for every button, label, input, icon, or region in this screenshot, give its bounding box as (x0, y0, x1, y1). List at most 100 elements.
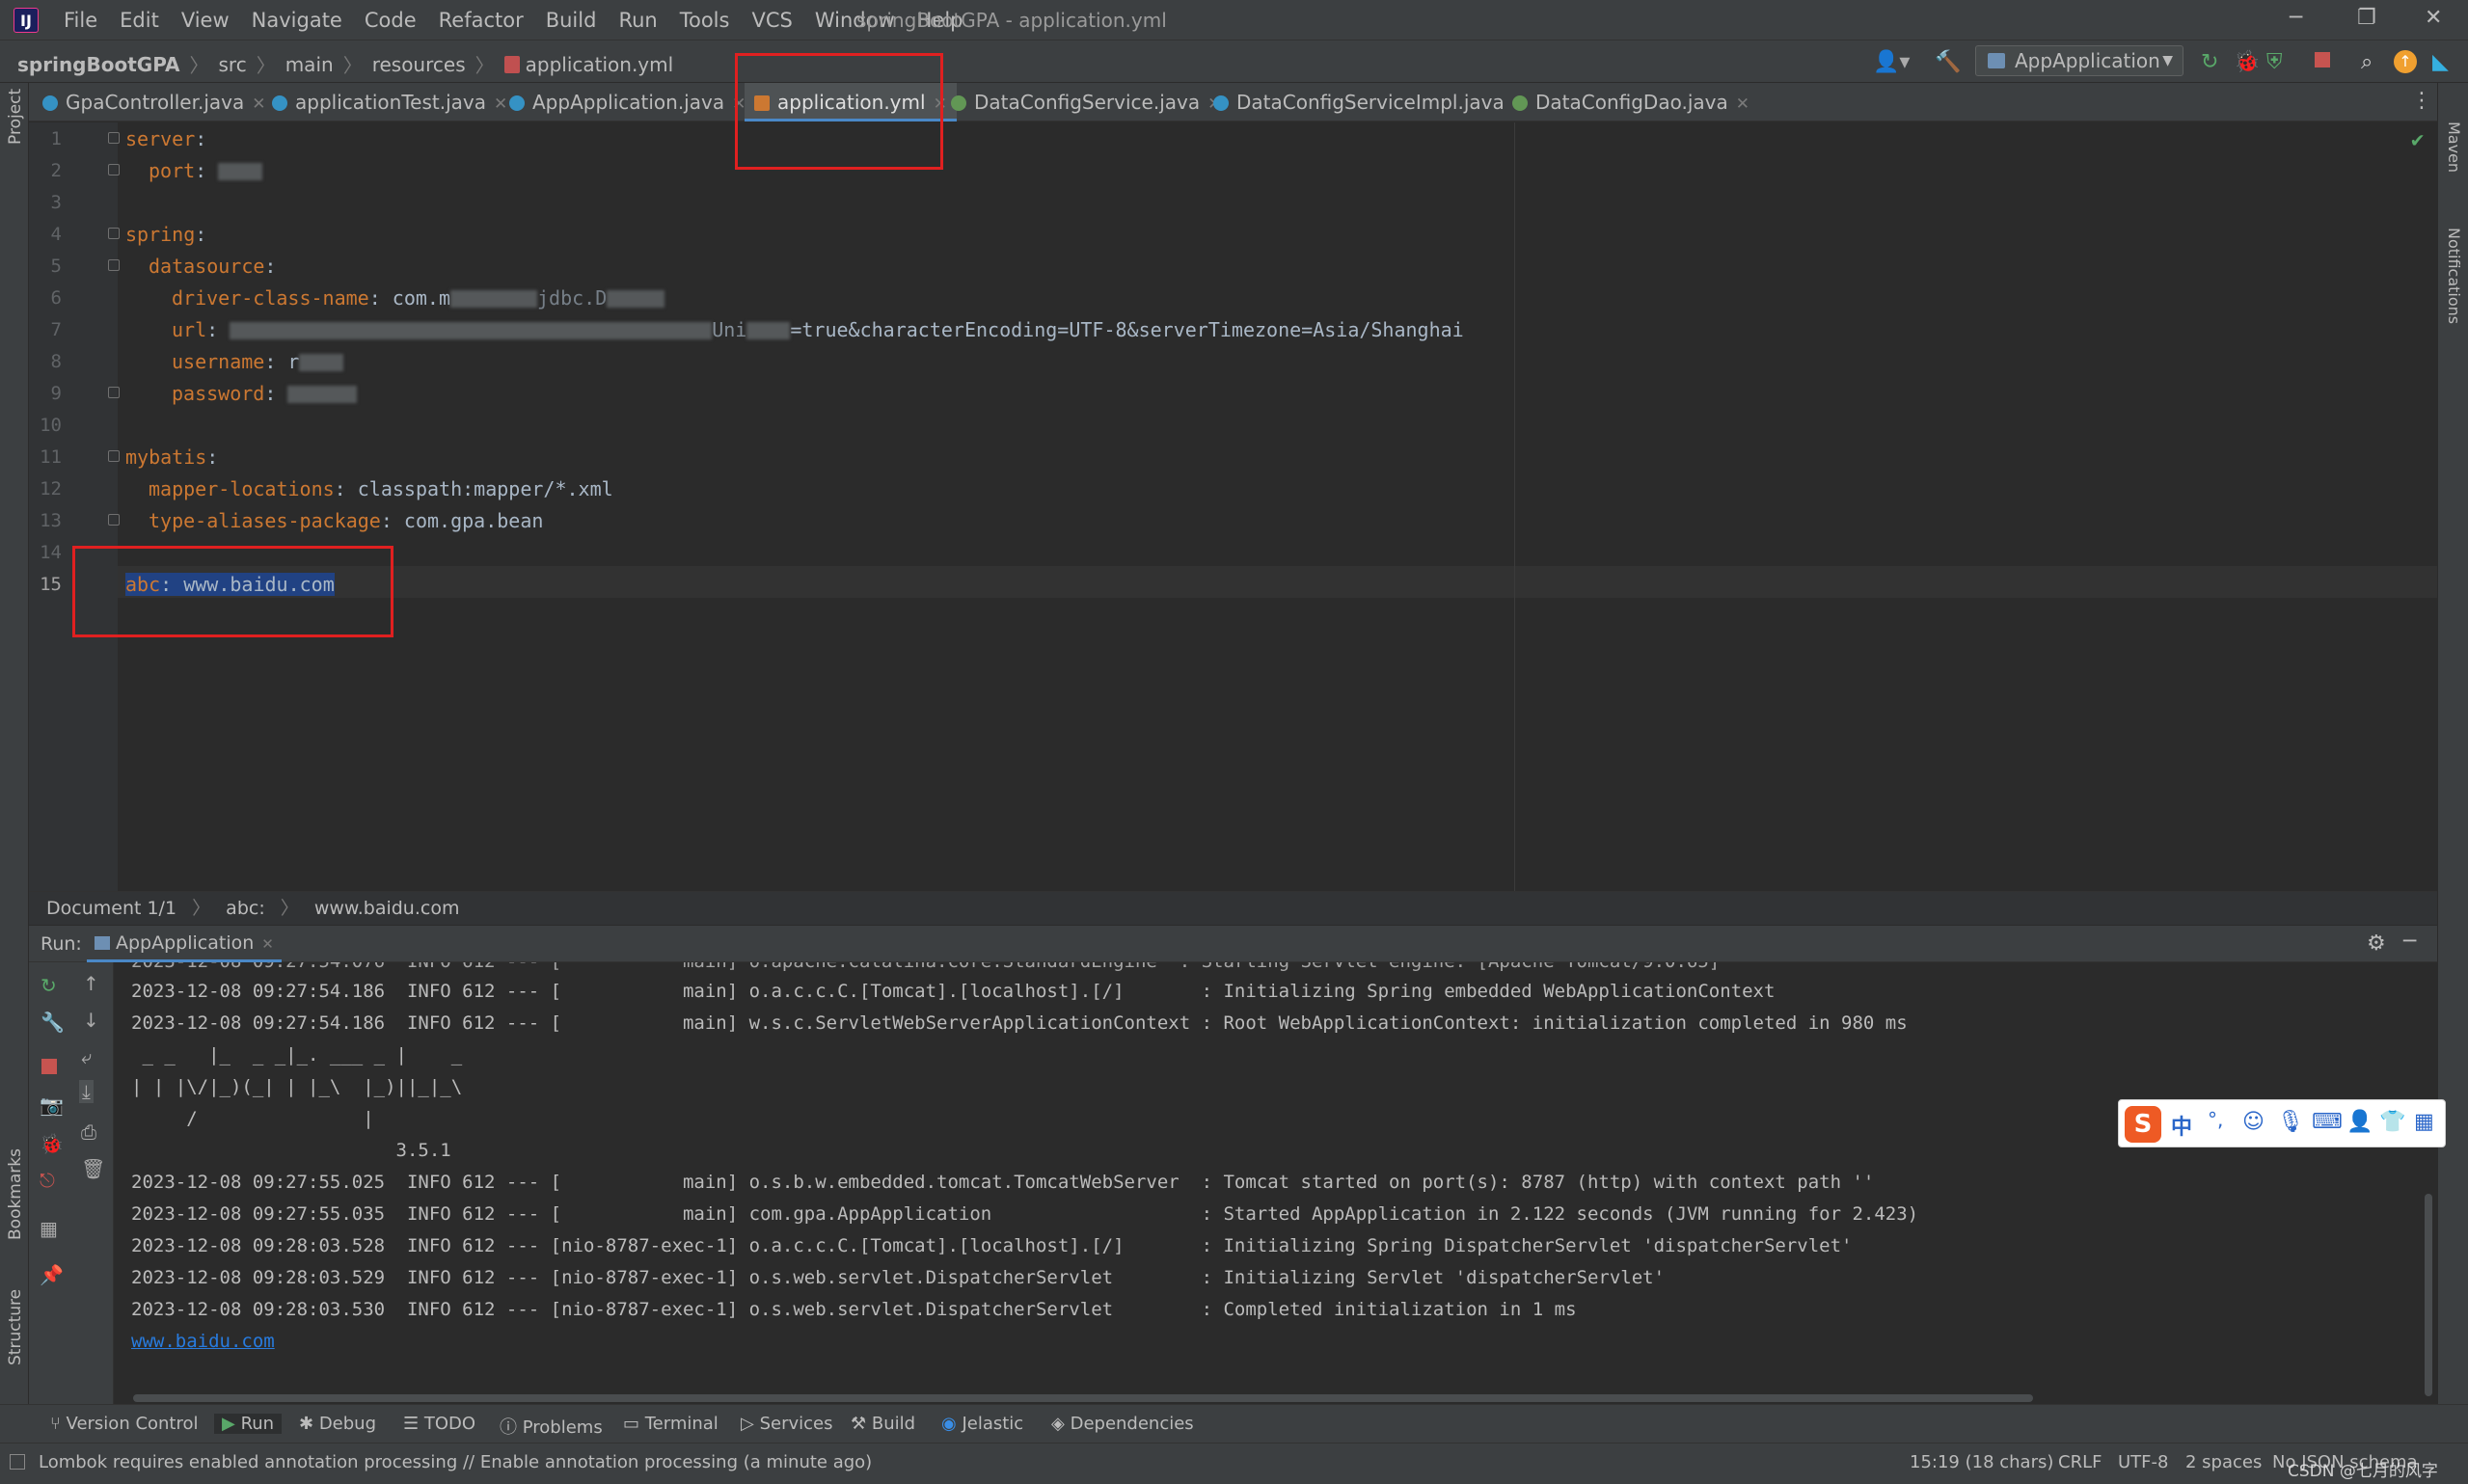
tab-dataconfigdao[interactable]: DataConfigDao.java ✕ (1512, 83, 1749, 121)
microphone-icon[interactable]: 🎙 (2277, 1110, 2304, 1134)
tool-problems[interactable]: ⓘ Problems (500, 1414, 603, 1439)
pin-icon[interactable]: 📌 (40, 1263, 64, 1286)
minimize-icon[interactable]: ─ (2290, 6, 2302, 30)
menu-edit[interactable]: Edit (120, 9, 159, 32)
tool-version-control[interactable]: ⑂ Version Control (50, 1414, 199, 1434)
tab-gpacontroller[interactable]: GpaController.java ✕ (42, 83, 266, 121)
inspection-ok-icon[interactable]: ✔ (2411, 128, 2424, 152)
file-encoding[interactable]: UTF-8 (2118, 1452, 2168, 1472)
emoji-icon[interactable]: ☺ (2242, 1110, 2265, 1134)
code-editor[interactable]: ✔ 1 2 3 4 5 6 7 8 9 10 11 12 13 14 15 se… (29, 122, 2437, 891)
tool-debug[interactable]: ✱ Debug (299, 1414, 376, 1434)
horizontal-scrollbar[interactable] (133, 1394, 2033, 1402)
menu-refactor[interactable]: Refactor (439, 9, 524, 32)
plugin-logo-icon[interactable]: ◣ (2432, 50, 2449, 74)
menu-build[interactable]: Build (546, 9, 597, 32)
notifications-tool-button[interactable]: Notifications (2445, 228, 2463, 324)
status-message[interactable]: Lombok requires enabled annotation proce… (39, 1452, 872, 1472)
wrench-icon[interactable]: 🔧 (41, 1011, 65, 1034)
tool-dependencies[interactable]: ◈ Dependencies (1051, 1414, 1194, 1434)
intellij-logo-icon[interactable]: IJ (14, 8, 39, 33)
indent-setting[interactable]: 2 spaces (2185, 1452, 2262, 1472)
tool-jelastic[interactable]: ◉ Jelastic (941, 1414, 1023, 1434)
menu-navigate[interactable]: Navigate (252, 9, 342, 32)
menu-run[interactable]: Run (618, 9, 657, 32)
tab-dataconfigserviceimpl[interactable]: DataConfigServiceImpl.java✕ (1213, 83, 1526, 121)
build-hammer-icon[interactable]: 🔨 (1935, 50, 1961, 74)
fold-marker-icon[interactable] (108, 132, 120, 144)
skin-icon[interactable]: 👕 (2379, 1110, 2405, 1134)
keyboard-icon[interactable]: ⌨ (2312, 1110, 2343, 1134)
run-configuration-select[interactable]: AppApplication ▼ (1975, 45, 2183, 76)
project-tool-button[interactable]: Project (6, 89, 25, 145)
exit-icon[interactable]: ⎋ (40, 1169, 55, 1192)
menu-file[interactable]: File (64, 9, 97, 32)
search-icon[interactable]: ⌕ (2361, 50, 2373, 74)
breadcrumb-src[interactable]: src (219, 53, 247, 76)
rerun-icon[interactable]: ↻ (41, 974, 57, 997)
scroll-to-end-icon[interactable]: ⤓ (79, 1080, 94, 1103)
stop-icon[interactable] (41, 1059, 57, 1074)
toggle-tool-windows-icon[interactable] (10, 1454, 25, 1470)
hide-panel-icon[interactable]: ─ (2403, 930, 2416, 954)
fold-marker-icon[interactable] (108, 164, 120, 175)
restore-icon[interactable]: ❐ (2357, 6, 2376, 30)
ime-language-toggle[interactable]: 中 (2171, 1110, 2192, 1141)
run-tab-appapplication[interactable]: AppApplication ✕ (87, 926, 282, 962)
console-output[interactable]: 2023-12-08 09:27:54.076 INFO 612 --- [ m… (114, 962, 2437, 1404)
rerun-icon[interactable]: ↻ (2201, 50, 2218, 74)
close-tab-icon[interactable]: ✕ (261, 935, 274, 953)
arrow-down-icon[interactable]: ↓ (83, 1009, 99, 1032)
crumb-key[interactable]: abc: (226, 898, 265, 919)
breadcrumb-resources[interactable]: resources (372, 53, 466, 76)
tool-terminal[interactable]: ▭ Terminal (623, 1414, 719, 1434)
arrow-up-icon[interactable]: ↑ (83, 972, 99, 995)
layout-icon[interactable]: ▦ (40, 1217, 58, 1240)
tab-dataconfigservice[interactable]: DataConfigService.java✕ (951, 83, 1221, 121)
vertical-scrollbar[interactable] (2425, 1194, 2432, 1396)
breadcrumb-main[interactable]: main (285, 53, 334, 76)
ime-punctuation-toggle[interactable]: °, (2208, 1108, 2223, 1131)
menu-view[interactable]: View (181, 9, 230, 32)
settings-gear-icon[interactable]: ⚙ (2367, 931, 2386, 956)
toolbox-icon[interactable]: ▦ (2414, 1110, 2434, 1134)
fold-marker-icon[interactable] (108, 514, 120, 526)
bookmarks-tool-button[interactable]: Bookmarks (6, 1148, 25, 1240)
debug-icon[interactable]: 🐞 (40, 1132, 64, 1155)
tool-services[interactable]: ▷ Services (741, 1414, 832, 1434)
camera-icon[interactable]: 📷 (40, 1093, 64, 1117)
crumb-document[interactable]: Document 1/1 (46, 898, 176, 919)
breadcrumb-file[interactable]: application.yml (526, 53, 674, 76)
close-icon[interactable]: ✕ (2425, 6, 2442, 30)
user-icon[interactable]: 👤 (2346, 1110, 2373, 1134)
more-tabs-icon[interactable]: ⋮ (2411, 89, 2432, 113)
tab-applicationtest[interactable]: applicationTest.java ✕ (272, 83, 507, 121)
soft-wrap-icon[interactable]: ⤶ (81, 1045, 92, 1068)
line-separator[interactable]: CRLF (2058, 1452, 2102, 1472)
stop-icon[interactable] (2315, 52, 2330, 67)
close-tab-icon[interactable]: ✕ (1736, 94, 1749, 114)
fold-marker-icon[interactable] (108, 228, 120, 239)
coverage-icon[interactable]: ⛨ (2266, 50, 2283, 74)
trash-icon[interactable]: 🗑 (81, 1157, 105, 1180)
tool-build[interactable]: ⚒ Build (851, 1414, 915, 1434)
crumb-value[interactable]: www.baidu.com (314, 898, 460, 919)
structure-tool-button[interactable]: Structure (6, 1289, 25, 1365)
menu-vcs[interactable]: VCS (751, 9, 792, 32)
tab-appapplication[interactable]: AppApplication.java ✕ (509, 83, 746, 121)
caret-position[interactable]: 15:19 (18 chars) (1910, 1452, 2053, 1472)
update-icon[interactable]: ↑ (2394, 50, 2417, 73)
menu-code[interactable]: Code (365, 9, 417, 32)
sogou-logo-icon[interactable]: S (2125, 1106, 2161, 1143)
tool-todo[interactable]: ☰ TODO (403, 1414, 475, 1434)
maven-tool-button[interactable]: Maven (2445, 121, 2463, 173)
fold-marker-icon[interactable] (108, 387, 120, 398)
console-link[interactable]: www.baidu.com (131, 1331, 275, 1352)
print-icon[interactable]: ⎙ (81, 1120, 96, 1144)
debug-icon[interactable]: 🐞 (2234, 50, 2260, 74)
fold-marker-icon[interactable] (108, 259, 120, 271)
fold-marker-icon[interactable] (108, 450, 120, 462)
menu-tools[interactable]: Tools (680, 9, 730, 32)
user-icon[interactable]: 👤▾ (1873, 50, 1910, 74)
close-tab-icon[interactable]: ✕ (494, 94, 507, 114)
